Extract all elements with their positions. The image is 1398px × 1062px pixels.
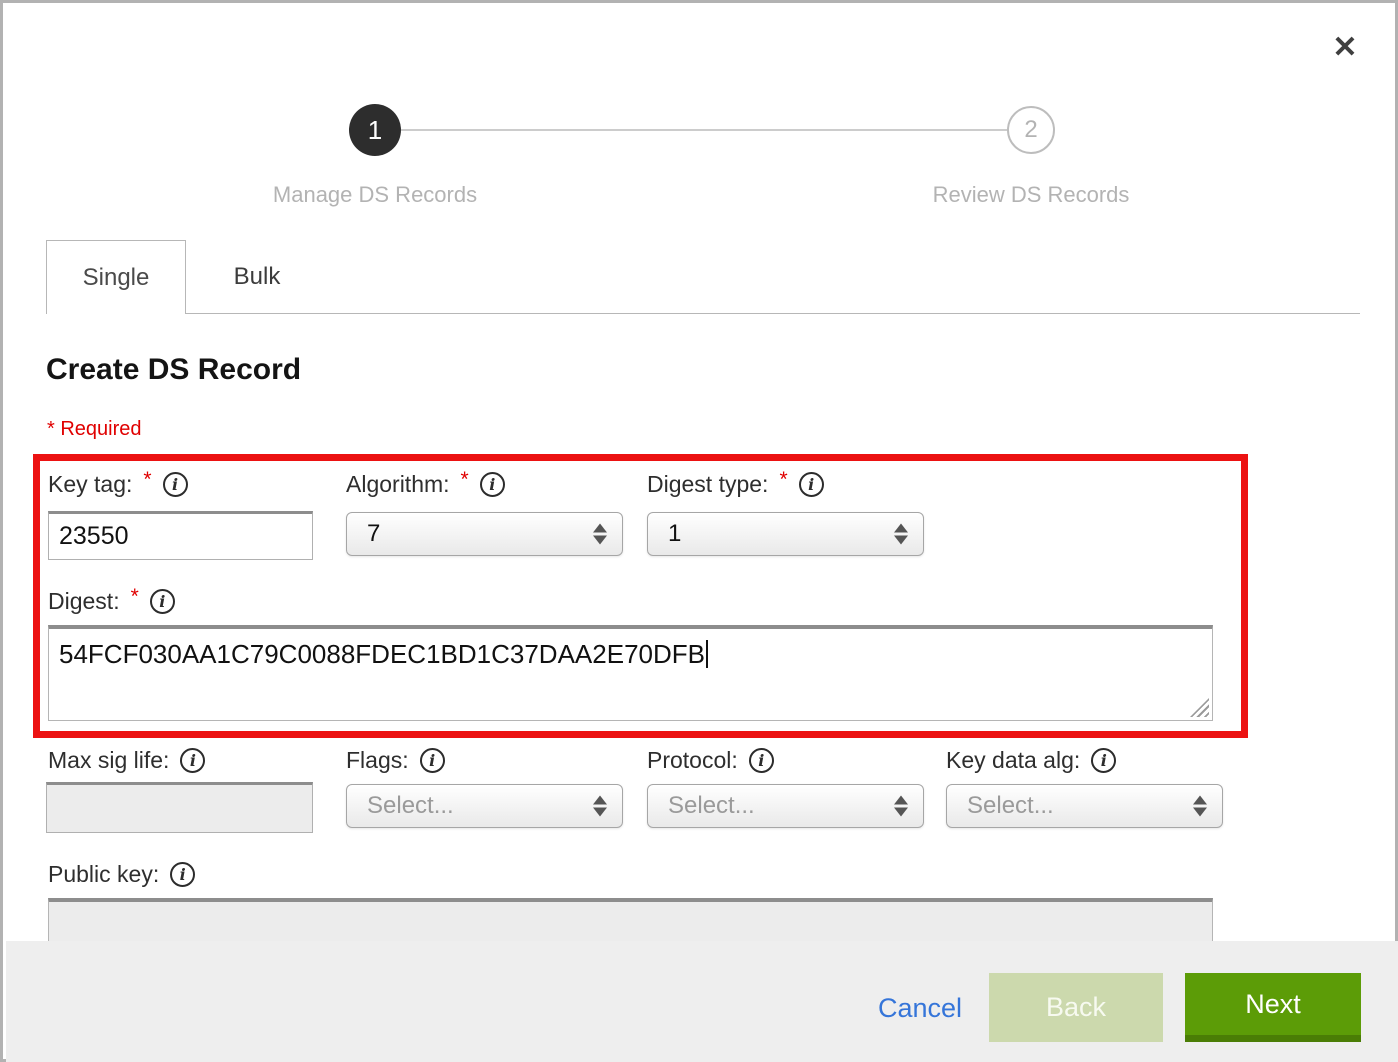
select-stepper-arrows-icon: [593, 524, 607, 545]
arrow-up-icon: [894, 796, 908, 805]
create-ds-record-modal: ✕ 1 2 Manage DS Records Review DS Record…: [0, 0, 1398, 1062]
required-asterisk: *: [131, 585, 139, 609]
protocol-select[interactable]: Select...: [647, 784, 924, 828]
arrow-up-icon: [593, 796, 607, 805]
step-1-circle: 1: [349, 104, 401, 156]
info-icon[interactable]: i: [799, 472, 824, 497]
tab-bulk-label: Bulk: [234, 263, 281, 291]
public-key-label-row: Public key: i: [48, 861, 195, 888]
required-note: * Required: [47, 418, 142, 441]
arrow-up-icon: [894, 524, 908, 533]
protocol-select-placeholder: Select...: [668, 792, 755, 820]
max-sig-life-input[interactable]: [46, 782, 313, 833]
arrow-up-icon: [1193, 796, 1207, 805]
step-2-label: Review DS Records: [901, 182, 1161, 208]
algorithm-label: Algorithm:: [346, 471, 450, 498]
select-stepper-arrows-icon: [1193, 796, 1207, 817]
arrow-down-icon: [593, 808, 607, 817]
key-tag-label-row: Key tag: * i: [48, 471, 188, 498]
arrow-down-icon: [1193, 808, 1207, 817]
select-stepper-arrows-icon: [894, 796, 908, 817]
info-icon[interactable]: i: [170, 862, 195, 887]
digest-type-label-row: Digest type: * i: [647, 471, 824, 498]
key-tag-label: Key tag:: [48, 471, 132, 498]
digest-textarea[interactable]: 54FCF030AA1C79C0088FDEC1BD1C37DAA2E70DFB: [48, 625, 1213, 721]
arrow-down-icon: [593, 536, 607, 545]
key-data-alg-select[interactable]: Select...: [946, 784, 1223, 828]
digest-label-row: Digest: * i: [48, 588, 175, 615]
protocol-label-row: Protocol: i: [647, 747, 774, 774]
public-key-label: Public key:: [48, 861, 159, 888]
key-data-alg-label-row: Key data alg: i: [946, 747, 1116, 774]
required-asterisk: *: [143, 468, 151, 492]
select-stepper-arrows-icon: [894, 524, 908, 545]
key-data-alg-select-placeholder: Select...: [967, 792, 1054, 820]
info-icon[interactable]: i: [180, 748, 205, 773]
tab-single[interactable]: Single: [46, 240, 186, 314]
select-stepper-arrows-icon: [593, 796, 607, 817]
close-icon[interactable]: ✕: [1327, 29, 1363, 65]
digest-label: Digest:: [48, 588, 120, 615]
step-1-number: 1: [368, 115, 382, 146]
digest-type-select[interactable]: 1: [647, 512, 924, 556]
protocol-label: Protocol:: [647, 747, 738, 774]
modal-footer: Cancel Back Next: [6, 941, 1398, 1062]
arrow-down-icon: [894, 808, 908, 817]
next-button[interactable]: Next: [1185, 973, 1361, 1042]
algorithm-select-value: 7: [367, 520, 380, 548]
max-sig-life-label: Max sig life:: [48, 747, 169, 774]
algorithm-select[interactable]: 7: [346, 512, 623, 556]
required-asterisk: *: [461, 468, 469, 492]
info-icon[interactable]: i: [150, 589, 175, 614]
public-key-textarea[interactable]: [48, 898, 1213, 941]
flags-label-row: Flags: i: [346, 747, 445, 774]
key-tag-input[interactable]: [48, 511, 313, 560]
info-icon[interactable]: i: [749, 748, 774, 773]
info-icon[interactable]: i: [480, 472, 505, 497]
tab-underline: [185, 313, 1360, 314]
info-icon[interactable]: i: [163, 472, 188, 497]
arrow-down-icon: [894, 536, 908, 545]
key-data-alg-label: Key data alg:: [946, 747, 1080, 774]
info-icon[interactable]: i: [420, 748, 445, 773]
algorithm-label-row: Algorithm: * i: [346, 471, 505, 498]
tab-single-label: Single: [83, 264, 150, 292]
arrow-up-icon: [593, 524, 607, 533]
tab-bulk[interactable]: Bulk: [186, 241, 328, 313]
text-cursor: [706, 640, 708, 668]
flags-select[interactable]: Select...: [346, 784, 623, 828]
info-icon[interactable]: i: [1091, 748, 1116, 773]
digest-type-select-value: 1: [668, 520, 681, 548]
resize-handle-icon[interactable]: [1190, 698, 1209, 717]
step-1-label: Manage DS Records: [245, 182, 505, 208]
digest-type-label: Digest type:: [647, 471, 768, 498]
flags-select-placeholder: Select...: [367, 792, 454, 820]
digest-value: 54FCF030AA1C79C0088FDEC1BD1C37DAA2E70DFB: [59, 639, 705, 669]
step-2-circle: 2: [1007, 106, 1055, 154]
flags-label: Flags:: [346, 747, 409, 774]
cancel-button[interactable]: Cancel: [878, 993, 962, 1024]
step-2-number: 2: [1024, 116, 1037, 144]
required-asterisk: *: [779, 468, 787, 492]
stepper-connector-line: [399, 129, 1009, 131]
back-button[interactable]: Back: [989, 973, 1163, 1042]
max-sig-life-label-row: Max sig life: i: [48, 747, 205, 774]
page-title: Create DS Record: [46, 353, 301, 387]
